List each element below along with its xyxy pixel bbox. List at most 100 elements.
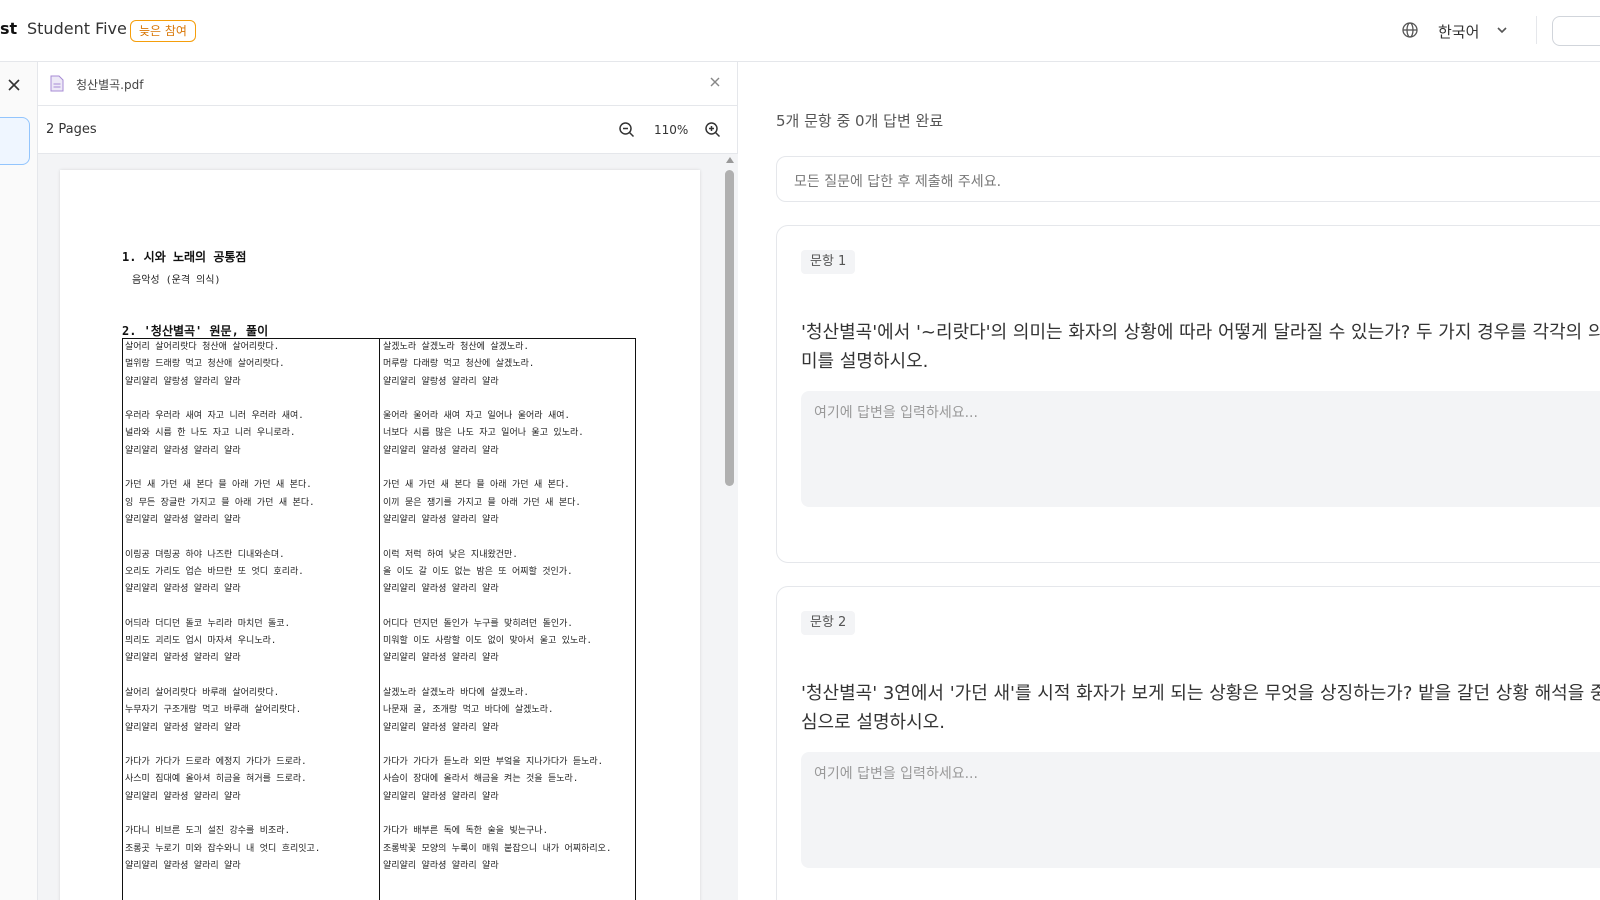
- question-text: '청산별곡'에서 '~리랏다'의 의미는 화자의 상황에 따라 어떻게 달라질 …: [801, 322, 1600, 372]
- late-join-badge: 늦은 참여: [130, 20, 196, 42]
- zoom-in-icon[interactable]: [704, 121, 721, 138]
- questions-panel: 5개 문항 중 0개 답변 완료 모든 질문에 답한 후 제출해 주세요. 문항…: [739, 62, 1600, 900]
- header-divider: [1536, 16, 1537, 44]
- poem-line: 얄리얄리 얄라셩 얄라리 얄라: [383, 791, 499, 802]
- stanza-gap: [383, 875, 639, 892]
- rail-active-item[interactable]: [0, 117, 30, 165]
- poem-line: 가다가 가다가 듣노라 외딴 부엌을 지나가다가 듣노라.: [383, 757, 604, 768]
- stanza-gap: [125, 737, 381, 754]
- poem-line: 널라와 시름 한 나도 자고 니러 우니로라.: [125, 428, 296, 439]
- doc-heading-2: 2. '청산별곡' 원문, 풀이: [122, 324, 269, 338]
- student-name: Student Five: [27, 19, 127, 38]
- poem-line: 살어리 살어리랏다 바루래 살어리랏다.: [125, 687, 280, 698]
- stanza-gap: [125, 875, 381, 892]
- poem-line: 조롱박꽃 모양의 누룩이 매워 붙잡으니 내가 어찌하리오.: [383, 843, 612, 854]
- page-count: 2 Pages: [46, 122, 97, 137]
- poem-line: 가다니 비브른 도긔 설진 강수를 비조라.: [125, 826, 290, 837]
- poem-line: 어듸라 더디던 돌코 누리라 마치던 돌코.: [125, 618, 290, 629]
- poem-line: 얄리얄리 얄라셩 얄라리 얄라: [125, 791, 241, 802]
- stanza-gap: [383, 806, 639, 823]
- poem-line: 사스미 짐대예 올아셔 히금을 혀거를 드로라.: [125, 774, 307, 785]
- globe-icon[interactable]: [1401, 21, 1419, 39]
- stanza-gap: [383, 668, 639, 685]
- language-selector[interactable]: 한국어: [1438, 21, 1479, 42]
- file-name: 청산별곡.pdf: [76, 78, 144, 92]
- close-icon[interactable]: [5, 76, 23, 94]
- question-text: '청산별곡' 3연에서 '가던 새'를 시적 화자가 보게 되는 상황은 무엇을…: [801, 683, 1600, 733]
- poem-line: 나문재 굴, 조개랑 먹고 바다에 살겠노라.: [383, 705, 554, 716]
- poem-line: 우러라 우러라 새여 자고 니러 우러라 새여.: [125, 411, 304, 422]
- stanza-gap: [125, 806, 381, 823]
- poem-line: 누무자기 구조개랑 먹고 바루래 살어리랏다.: [125, 705, 302, 716]
- poem-line: 가던 새 가던 새 본다 믈 아래 가던 새 본다.: [383, 480, 570, 491]
- answer-progress: 5개 문항 중 0개 답변 완료: [776, 112, 944, 130]
- stanza-gap: [125, 391, 381, 408]
- pdf-page: 1. 시와 노래의 공통점 음악성 (운격 의식) 2. '청산별곡' 원문, …: [60, 170, 700, 900]
- question-badge: 문항 1: [801, 250, 856, 274]
- document-area[interactable]: 1. 시와 노래의 공통점 음악성 (운격 의식) 2. '청산별곡' 원문, …: [38, 154, 738, 900]
- scroll-up-arrow[interactable]: [726, 157, 734, 163]
- stanza-gap: [125, 598, 381, 615]
- poem-line: 가다가 배부른 독에 독한 술을 빚는구나.: [383, 826, 548, 837]
- poem-line: 살겠노라 살겠노라 바다에 살겠노라.: [383, 687, 529, 698]
- submit-notice: 모든 질문에 답한 후 제출해 주세요.: [776, 156, 1600, 202]
- poem-line: 얄리얄리 얄라셩 얄라리 얄라: [125, 445, 241, 456]
- poem-line: 얄리얄리 얄랑셩 얄라리 얄라: [383, 376, 499, 387]
- poem-line: 이링공 뎌링공 하야 나즈란 디내와손뎌.: [125, 549, 285, 560]
- poem-line: 울어라 울어라 새여 자고 일어나 울어라 새여.: [383, 411, 570, 422]
- poem-translation-column: 살겠노라 살겠노라 청산에 살겠노라. 머루랑 다래랑 먹고 청산에 살겠노라. 얄…: [383, 339, 639, 893]
- answer-input[interactable]: [801, 391, 1600, 507]
- poem-line: 얄리얄리 얄라셩 얄라리 얄라: [383, 584, 499, 595]
- poem-line: 믜리도 괴리도 업시 마자셔 우니노라.: [125, 636, 277, 647]
- pdf-file-icon: [50, 75, 64, 92]
- stanza-gap: [383, 598, 639, 615]
- poem-line: 얄리얄리 얄라셩 얄라리 얄라: [383, 860, 499, 871]
- poem-line: 멀위랑 드래랑 먹고 청산애 살어리랏다.: [125, 359, 285, 370]
- viewer-toolbar: 2 Pages 110%: [38, 106, 738, 154]
- pdf-viewer-panel: 청산별곡.pdf 2 Pages 110% 1. 시와 노래의 공통점 음악성 …: [38, 62, 738, 900]
- question-card: 문항 1 '청산별곡'에서 '~리랏다'의 의미는 화자의 상황에 따라 어떻게…: [776, 225, 1600, 563]
- app-brand: st: [0, 19, 18, 38]
- chevron-down-icon[interactable]: [1495, 23, 1509, 37]
- stanza-gap: [383, 391, 639, 408]
- poem-line: 미워할 이도 사랑할 이도 없이 맞아서 울고 있노라.: [383, 636, 592, 647]
- poem-line: 얄리얄리 얄랑셩 얄라리 얄라: [125, 376, 241, 387]
- poem-line: 얄리얄리 얄라셩 얄라리 얄라: [383, 722, 499, 733]
- doc-heading-1: 1. 시와 노래의 공통점: [122, 250, 247, 264]
- question-badge: 문항 2: [801, 611, 856, 635]
- poem-line: 머루랑 다래랑 먹고 청산에 살겠노라.: [383, 359, 535, 370]
- poem-table: 살어리 살어리랏다 청산애 살어리랏다. 멀위랑 드래랑 먹고 청산애 살어리랏다…: [122, 338, 636, 900]
- poem-line: 살어리 살어리랏다 청산애 살어리랏다.: [125, 342, 280, 352]
- poem-line: 얄리얄리 얄라셩 얄라리 얄라: [125, 860, 241, 871]
- stanza-gap: [125, 668, 381, 685]
- poem-line: 얄리얄리 얄라셩 얄라리 얄라: [383, 653, 499, 664]
- poem-line: 잉 무든 장글란 가지고 믈 아래 가던 새 본다.: [125, 497, 315, 508]
- zoom-level: 110%: [654, 123, 689, 137]
- poem-line: 살겠노라 살겠노라 청산에 살겠노라.: [383, 342, 529, 352]
- answer-input[interactable]: [801, 752, 1600, 868]
- poem-line: 얄리얄리 얄라셩 얄라리 얄라: [383, 514, 499, 525]
- poem-line: 얄리얄리 얄라셩 얄라리 얄라: [125, 584, 241, 595]
- left-rail: [0, 62, 38, 900]
- scrollbar-thumb[interactable]: [725, 170, 734, 486]
- poem-line: 가다가 가다가 드로라 에정지 가다가 드로라.: [125, 757, 307, 768]
- poem-line: 얄리얄리 얄라셩 얄라리 얄라: [125, 653, 241, 664]
- question-card: 문항 2 '청산별곡' 3연에서 '가던 새'를 시적 화자가 보게 되는 상황…: [776, 586, 1600, 900]
- poem-line: 조롱곳 누로기 미와 잡수와니 내 엇디 흐리잇고.: [125, 843, 321, 854]
- stanza-gap: [383, 460, 639, 477]
- poem-line: 너보다 시름 많은 나도 자고 일어나 울고 있노라.: [383, 428, 584, 439]
- poem-line: 가던 새 가던 새 본다 믈 아래 가던 새 본다.: [125, 480, 312, 491]
- poem-line: 이끼 묻은 쟁기를 가지고 믈 아래 가던 새 본다.: [383, 497, 581, 508]
- stanza-gap: [383, 529, 639, 546]
- poem-line: 얄리얄리 얄라셩 얄라리 얄라: [125, 514, 241, 525]
- zoom-out-icon[interactable]: [618, 121, 635, 138]
- poem-line: 얄리얄리 얄라셩 얄라리 얄라: [383, 445, 499, 456]
- top-bar: st Student Five 늦은 참여 한국어: [0, 0, 1600, 62]
- header-action-button[interactable]: [1552, 16, 1600, 46]
- notice-text: 모든 질문에 답한 후 제출해 주세요.: [794, 174, 1002, 190]
- stanza-gap: [383, 737, 639, 754]
- file-tab[interactable]: 청산별곡.pdf: [38, 62, 738, 106]
- close-icon[interactable]: [708, 75, 722, 89]
- poem-line: 사슴이 장대에 올라서 해금을 켜는 것을 듣노라.: [383, 774, 579, 785]
- stanza-gap: [125, 460, 381, 477]
